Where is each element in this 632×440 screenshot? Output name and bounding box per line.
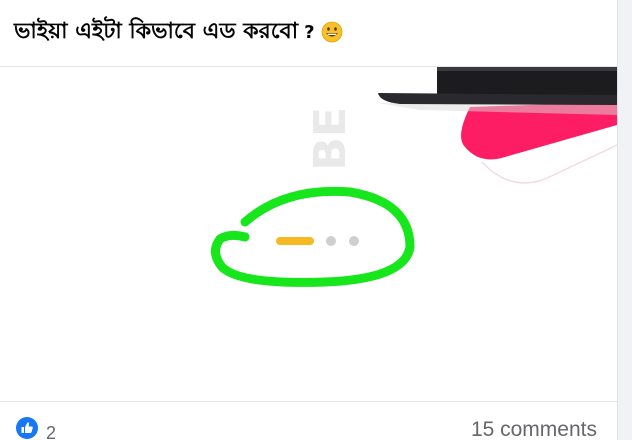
- question-mark: ?: [304, 21, 315, 43]
- post-text: ভাইয়া এইটা কিভাবে এড করবো: [14, 18, 299, 44]
- inactive-dot-1: [326, 236, 336, 246]
- reaction-count[interactable]: 2: [46, 423, 56, 440]
- right-scroll-edge: [617, 0, 632, 440]
- laptop-base: [378, 93, 617, 105]
- image-canvas: BE: [211, 67, 617, 287]
- post-footer: 2 15 comments: [0, 403, 617, 440]
- comments-count-link[interactable]: 15 comments: [471, 418, 597, 440]
- facebook-post: ভাইয়া এইটা কিভাবে এড করবো ? BE 2 15 com…: [0, 0, 632, 440]
- inactive-dot-2: [349, 236, 359, 246]
- grinning-face-icon: [321, 21, 343, 43]
- laptop-highlight: [437, 67, 617, 71]
- active-dot: [276, 237, 314, 245]
- like-icon[interactable]: [16, 417, 38, 439]
- post-text-line: ভাইয়া এইটা কিভাবে এড করবো ?: [14, 12, 343, 52]
- watermark-text: BE: [305, 107, 356, 171]
- post-image[interactable]: BE: [0, 66, 617, 402]
- green-highlight-circle: [211, 186, 415, 287]
